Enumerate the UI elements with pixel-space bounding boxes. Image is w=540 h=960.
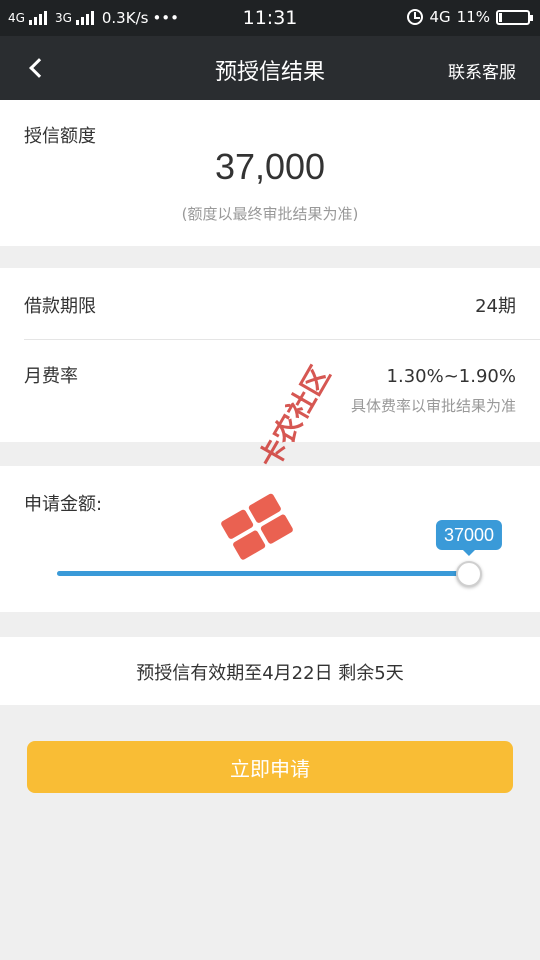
status-right: 4G 11% xyxy=(407,8,533,26)
validity-text: 预授信有效期至4月22日 剩余5天 xyxy=(136,663,404,684)
battery-percent: 11% xyxy=(456,8,490,26)
network-4g-label: 4G xyxy=(429,8,451,26)
apply-now-button[interactable]: 立即申请 xyxy=(27,741,513,793)
monthly-rate-note: 具体费率以审批结果为准 xyxy=(350,397,516,415)
battery-icon xyxy=(496,9,533,25)
nav-bar: 预授信结果 联系客服 xyxy=(0,36,540,100)
loan-period-value: 24期 xyxy=(475,296,516,317)
credit-limit-card: 授信额度 37,000 (额度以最终审批结果为准) xyxy=(0,100,540,246)
status-bar: 4G 3G 0.3K/s ••• 11:31 4G 11% xyxy=(0,0,540,36)
monthly-rate-value: 1.30%~1.90% xyxy=(386,366,516,387)
loan-period-label: 借款期限 xyxy=(24,296,96,317)
contact-service-button[interactable]: 联系客服 xyxy=(448,58,516,83)
monthly-rate-label: 月费率 xyxy=(24,366,78,387)
apply-amount-card: 申请金额: 37000 xyxy=(0,466,540,612)
apply-amount-label: 申请金额: xyxy=(24,494,103,515)
slider-value-tooltip: 37000 xyxy=(435,520,503,556)
divider xyxy=(24,339,540,340)
credit-limit-amount: 37,000 xyxy=(214,146,326,187)
alarm-icon xyxy=(407,9,424,25)
validity-card: 预授信有效期至4月22日 剩余5天 xyxy=(0,637,540,705)
credit-limit-note: (额度以最终审批结果为准) xyxy=(181,205,359,223)
amount-slider-fill xyxy=(57,571,469,576)
amount-slider-handle[interactable] xyxy=(456,561,482,587)
credit-limit-label: 授信额度 xyxy=(24,126,96,147)
amount-slider-track[interactable] xyxy=(57,571,469,576)
